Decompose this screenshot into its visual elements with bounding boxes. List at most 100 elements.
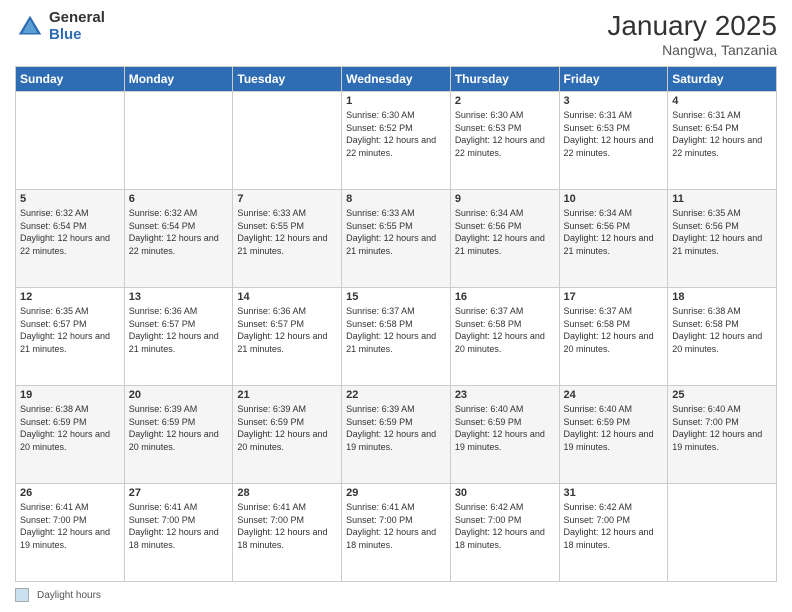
calendar-cell: 11 Sunrise: 6:35 AMSunset: 6:56 PMDayligh… bbox=[668, 190, 777, 288]
calendar-cell: 30Sunrise: 6:42 AMSunset: 7:00 PMDayligh… bbox=[450, 484, 559, 582]
logo: General Blue bbox=[15, 10, 105, 43]
day-info: Sunrise: 6:35 AMSunset: 6:57 PMDaylight:… bbox=[20, 305, 120, 355]
day-info: Sunrise: 6:31 AMSunset: 6:53 PMDaylight:… bbox=[564, 109, 664, 159]
day-number: 29 bbox=[346, 487, 446, 499]
calendar-cell bbox=[668, 484, 777, 582]
calendar-cell: 14 Sunrise: 6:36 AMSunset: 6:57 PMDayligh… bbox=[233, 288, 342, 386]
week-row-3: 12 Sunrise: 6:35 AMSunset: 6:57 PMDayligh… bbox=[16, 288, 777, 386]
day-number: 3 bbox=[564, 95, 664, 107]
calendar-cell: 3 Sunrise: 6:31 AMSunset: 6:53 PMDaylight… bbox=[559, 92, 668, 190]
day-number: 4 bbox=[672, 95, 772, 107]
calendar-cell: 21 Sunrise: 6:39 AMSunset: 6:59 PMDayligh… bbox=[233, 386, 342, 484]
day-info: Sunrise: 6:32 AMSunset: 6:54 PMDaylight:… bbox=[20, 207, 120, 257]
calendar-cell: 15 Sunrise: 6:37 AMSunset: 6:58 PMDayligh… bbox=[342, 288, 451, 386]
calendar-cell: 1 Sunrise: 6:30 AMSunset: 6:52 PMDaylight… bbox=[342, 92, 451, 190]
calendar-cell: 4 Sunrise: 6:31 AMSunset: 6:54 PMDaylight… bbox=[668, 92, 777, 190]
day-number: 8 bbox=[346, 193, 446, 205]
day-info: Sunrise: 6:42 AMSunset: 7:00 PMDaylight:… bbox=[455, 501, 555, 551]
day-number: 14 bbox=[237, 291, 337, 303]
day-header-thursday: Thursday bbox=[450, 67, 559, 92]
day-info: Sunrise: 6:33 AMSunset: 6:55 PMDaylight:… bbox=[237, 207, 337, 257]
day-number: 23 bbox=[455, 389, 555, 401]
day-info: Sunrise: 6:30 AMSunset: 6:53 PMDaylight:… bbox=[455, 109, 555, 159]
logo-blue: Blue bbox=[49, 27, 105, 44]
day-number: 24 bbox=[564, 389, 664, 401]
day-info: Sunrise: 6:35 AMSunset: 6:56 PMDaylight:… bbox=[672, 207, 772, 257]
day-number: 15 bbox=[346, 291, 446, 303]
day-number: 9 bbox=[455, 193, 555, 205]
calendar-cell: 31 Sunrise: 6:42 AMSunset: 7:00 PMDayligh… bbox=[559, 484, 668, 582]
week-row-1: 1 Sunrise: 6:30 AMSunset: 6:52 PMDaylight… bbox=[16, 92, 777, 190]
logo-text: General Blue bbox=[49, 10, 105, 43]
day-number: 17 bbox=[564, 291, 664, 303]
day-number: 1 bbox=[346, 95, 446, 107]
calendar-cell bbox=[16, 92, 125, 190]
day-info: Sunrise: 6:34 AMSunset: 6:56 PMDaylight:… bbox=[564, 207, 664, 257]
day-info: Sunrise: 6:37 AMSunset: 6:58 PMDaylight:… bbox=[346, 305, 446, 355]
title-block: January 2025 Nangwa, Tanzania bbox=[607, 10, 777, 58]
calendar-header-row: SundayMondayTuesdayWednesdayThursdayFrid… bbox=[16, 67, 777, 92]
calendar-cell: 5Sunrise: 6:32 AMSunset: 6:54 PMDaylight… bbox=[16, 190, 125, 288]
month-title: January 2025 bbox=[607, 10, 777, 42]
day-info: Sunrise: 6:39 AMSunset: 6:59 PMDaylight:… bbox=[129, 403, 229, 453]
day-header-wednesday: Wednesday bbox=[342, 67, 451, 92]
daylight-label: Daylight hours bbox=[37, 590, 101, 601]
day-number: 28 bbox=[237, 487, 337, 499]
day-info: Sunrise: 6:40 AMSunset: 6:59 PMDaylight:… bbox=[564, 403, 664, 453]
day-info: Sunrise: 6:31 AMSunset: 6:54 PMDaylight:… bbox=[672, 109, 772, 159]
day-number: 21 bbox=[237, 389, 337, 401]
calendar-cell: 6 Sunrise: 6:32 AMSunset: 6:54 PMDaylight… bbox=[124, 190, 233, 288]
logo-general: General bbox=[49, 10, 105, 27]
day-info: Sunrise: 6:41 AMSunset: 7:00 PMDaylight:… bbox=[129, 501, 229, 551]
page: General Blue January 2025 Nangwa, Tanzan… bbox=[0, 0, 792, 612]
day-number: 27 bbox=[129, 487, 229, 499]
calendar-cell: 13Sunrise: 6:36 AMSunset: 6:57 PMDayligh… bbox=[124, 288, 233, 386]
day-info: Sunrise: 6:41 AMSunset: 7:00 PMDaylight:… bbox=[237, 501, 337, 551]
calendar-cell: 24 Sunrise: 6:40 AMSunset: 6:59 PMDayligh… bbox=[559, 386, 668, 484]
calendar-cell: 2 Sunrise: 6:30 AMSunset: 6:53 PMDaylight… bbox=[450, 92, 559, 190]
day-info: Sunrise: 6:38 AMSunset: 6:59 PMDaylight:… bbox=[20, 403, 120, 453]
day-header-friday: Friday bbox=[559, 67, 668, 92]
day-number: 18 bbox=[672, 291, 772, 303]
calendar-cell: 7 Sunrise: 6:33 AMSunset: 6:55 PMDaylight… bbox=[233, 190, 342, 288]
day-header-monday: Monday bbox=[124, 67, 233, 92]
week-row-5: 26Sunrise: 6:41 AMSunset: 7:00 PMDayligh… bbox=[16, 484, 777, 582]
calendar-cell bbox=[124, 92, 233, 190]
day-number: 25 bbox=[672, 389, 772, 401]
day-info: Sunrise: 6:41 AMSunset: 7:00 PMDaylight:… bbox=[346, 501, 446, 551]
day-info: Sunrise: 6:33 AMSunset: 6:55 PMDaylight:… bbox=[346, 207, 446, 257]
location: Nangwa, Tanzania bbox=[607, 42, 777, 58]
day-info: Sunrise: 6:30 AMSunset: 6:52 PMDaylight:… bbox=[346, 109, 446, 159]
calendar-cell: 17Sunrise: 6:37 AMSunset: 6:58 PMDayligh… bbox=[559, 288, 668, 386]
calendar-cell bbox=[233, 92, 342, 190]
day-header-sunday: Sunday bbox=[16, 67, 125, 92]
day-number: 12 bbox=[20, 291, 120, 303]
day-info: Sunrise: 6:39 AMSunset: 6:59 PMDaylight:… bbox=[346, 403, 446, 453]
day-info: Sunrise: 6:42 AMSunset: 7:00 PMDaylight:… bbox=[564, 501, 664, 551]
day-number: 20 bbox=[129, 389, 229, 401]
day-number: 22 bbox=[346, 389, 446, 401]
day-number: 7 bbox=[237, 193, 337, 205]
day-number: 6 bbox=[129, 193, 229, 205]
day-info: Sunrise: 6:34 AMSunset: 6:56 PMDaylight:… bbox=[455, 207, 555, 257]
day-info: Sunrise: 6:36 AMSunset: 6:57 PMDaylight:… bbox=[237, 305, 337, 355]
calendar-cell: 10Sunrise: 6:34 AMSunset: 6:56 PMDayligh… bbox=[559, 190, 668, 288]
day-number: 16 bbox=[455, 291, 555, 303]
day-number: 31 bbox=[564, 487, 664, 499]
day-info: Sunrise: 6:32 AMSunset: 6:54 PMDaylight:… bbox=[129, 207, 229, 257]
day-info: Sunrise: 6:39 AMSunset: 6:59 PMDaylight:… bbox=[237, 403, 337, 453]
daylight-legend-box bbox=[15, 588, 29, 602]
calendar-cell: 26Sunrise: 6:41 AMSunset: 7:00 PMDayligh… bbox=[16, 484, 125, 582]
calendar-cell: 25 Sunrise: 6:40 AMSunset: 7:00 PMDayligh… bbox=[668, 386, 777, 484]
logo-icon bbox=[15, 12, 45, 42]
day-info: Sunrise: 6:40 AMSunset: 7:00 PMDaylight:… bbox=[672, 403, 772, 453]
day-number: 2 bbox=[455, 95, 555, 107]
day-info: Sunrise: 6:36 AMSunset: 6:57 PMDaylight:… bbox=[129, 305, 229, 355]
day-number: 11 bbox=[672, 193, 772, 205]
calendar-cell: 20 Sunrise: 6:39 AMSunset: 6:59 PMDayligh… bbox=[124, 386, 233, 484]
week-row-2: 5Sunrise: 6:32 AMSunset: 6:54 PMDaylight… bbox=[16, 190, 777, 288]
calendar-cell: 8 Sunrise: 6:33 AMSunset: 6:55 PMDaylight… bbox=[342, 190, 451, 288]
calendar-cell: 22 Sunrise: 6:39 AMSunset: 6:59 PMDayligh… bbox=[342, 386, 451, 484]
day-header-tuesday: Tuesday bbox=[233, 67, 342, 92]
calendar-cell: 19Sunrise: 6:38 AMSunset: 6:59 PMDayligh… bbox=[16, 386, 125, 484]
